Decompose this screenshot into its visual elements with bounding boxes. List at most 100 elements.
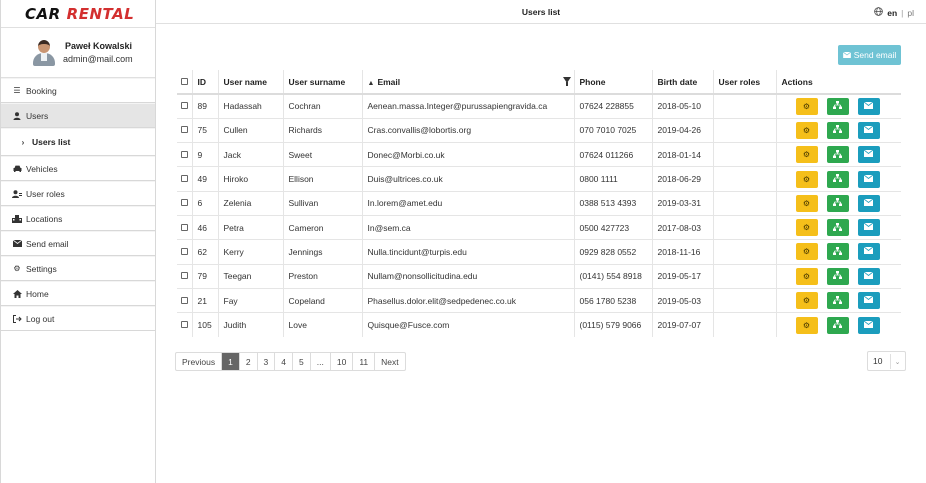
sitemap-icon xyxy=(833,271,842,281)
profile-email: admin@mail.com xyxy=(63,54,133,64)
table-row: 62 Kerry Jennings Nulla.tincidunt@turpis.ed… xyxy=(177,239,901,265)
sidebar-item-users[interactable]: Users xyxy=(1,103,155,128)
edit-user-button[interactable]: ⚙ xyxy=(795,219,818,237)
user-roles-button[interactable] xyxy=(826,97,849,115)
row-checkbox[interactable] xyxy=(181,247,188,255)
filter-icon[interactable] xyxy=(562,77,571,86)
cell-user-roles xyxy=(713,312,777,337)
sitemap-icon xyxy=(833,320,842,330)
edit-user-button[interactable]: ⚙ xyxy=(795,97,818,115)
edit-user-button[interactable]: ⚙ xyxy=(795,146,818,164)
pagination-next[interactable]: Next xyxy=(375,353,404,370)
sidebar-item-label: Send email xyxy=(26,238,69,249)
cell-actions: ⚙ xyxy=(776,190,901,216)
pagination-page[interactable]: 3 xyxy=(258,353,276,370)
cell-phone: 0500 427723 xyxy=(574,214,653,240)
sidebar-item-send-email[interactable]: Send email xyxy=(1,231,155,256)
pagination-page[interactable]: 10 xyxy=(331,353,354,370)
email-user-button[interactable] xyxy=(857,194,880,212)
column-header-user-roles[interactable]: User roles xyxy=(713,70,777,95)
edit-user-button[interactable]: ⚙ xyxy=(795,170,818,188)
lang-en[interactable]: en xyxy=(887,8,897,18)
home-icon xyxy=(11,289,23,298)
row-checkbox[interactable] xyxy=(181,296,188,304)
edit-user-button[interactable]: ⚙ xyxy=(795,243,818,261)
sidebar-item-booking[interactable]: ☰ Booking xyxy=(1,78,155,103)
user-roles-button[interactable] xyxy=(826,121,849,139)
column-header-id[interactable]: ID xyxy=(192,70,219,95)
email-user-button[interactable] xyxy=(857,292,880,310)
table-header-row: ID User name User surname ▲ Email Phone B… xyxy=(177,70,901,95)
cell-email: Quisque@Fusce.com xyxy=(362,312,575,337)
pagination-page[interactable]: 4 xyxy=(275,353,294,370)
row-checkbox[interactable] xyxy=(181,199,188,207)
email-user-button[interactable] xyxy=(857,97,880,115)
column-header-birth-date[interactable]: Birth date xyxy=(652,70,714,95)
row-checkbox[interactable] xyxy=(181,126,188,134)
edit-user-button[interactable]: ⚙ xyxy=(795,292,818,310)
user-roles-button[interactable] xyxy=(826,243,849,261)
user-roles-button[interactable] xyxy=(826,292,849,310)
email-user-button[interactable] xyxy=(857,243,880,261)
pagination-page[interactable]: 11 xyxy=(353,353,376,370)
cell-birth-date: 2018-06-29 xyxy=(652,166,714,192)
email-user-button[interactable] xyxy=(857,219,880,237)
sidebar-item-label: Settings xyxy=(26,263,57,274)
edit-user-button[interactable]: ⚙ xyxy=(795,316,818,334)
row-checkbox[interactable] xyxy=(181,175,188,183)
pagination-page[interactable]: 5 xyxy=(293,353,311,370)
sidebar-item-vehicles[interactable]: Vehicles xyxy=(1,156,155,181)
cell-user-name: Fay xyxy=(218,287,284,313)
user-roles-button[interactable] xyxy=(826,267,849,285)
table-row: 46 Petra Cameron In@sem.ca 0500 427723 2017-0… xyxy=(177,214,901,240)
user-roles-button[interactable] xyxy=(826,146,849,164)
column-header-user-name[interactable]: User name xyxy=(218,70,284,95)
page-size-select[interactable]: 10 ⌄ xyxy=(867,351,906,371)
pagination-previous[interactable]: Previous xyxy=(176,353,223,370)
send-email-button[interactable]: Send email xyxy=(838,45,901,65)
cell-email: Nulla.tincidunt@turpis.edu xyxy=(362,239,575,265)
sidebar-item-settings[interactable]: ⚙ Settings xyxy=(1,256,155,281)
lang-pl[interactable]: pl xyxy=(907,8,914,18)
row-checkbox[interactable] xyxy=(181,150,188,158)
email-user-button[interactable] xyxy=(857,316,880,334)
sidebar-item-users-list[interactable]: › Users list xyxy=(1,128,155,156)
row-checkbox[interactable] xyxy=(181,102,188,110)
user-roles-button[interactable] xyxy=(826,194,849,212)
user-profile: Paweł Kowalski admin@mail.com xyxy=(1,28,155,78)
cell-user-name: Teegan xyxy=(218,263,284,289)
user-roles-button[interactable] xyxy=(826,170,849,188)
app-logo[interactable]: CAR RENTAL xyxy=(1,0,155,28)
row-checkbox[interactable] xyxy=(181,321,188,329)
cell-birth-date: 2017-08-03 xyxy=(652,214,714,240)
cell-id: 105 xyxy=(192,312,219,337)
email-user-button[interactable] xyxy=(857,170,880,188)
row-checkbox[interactable] xyxy=(181,272,188,280)
email-user-button[interactable] xyxy=(857,121,880,139)
column-header-email[interactable]: ▲ Email xyxy=(362,70,575,95)
edit-user-button[interactable]: ⚙ xyxy=(795,267,818,285)
cell-actions: ⚙ xyxy=(776,312,901,337)
email-user-button[interactable] xyxy=(857,146,880,164)
cell-user-roles xyxy=(713,117,777,143)
gear-icon: ⚙ xyxy=(13,264,21,273)
user-roles-button[interactable] xyxy=(826,316,849,334)
email-user-button[interactable] xyxy=(857,267,880,285)
chevron-right-icon: › xyxy=(21,137,25,147)
row-checkbox[interactable] xyxy=(181,223,188,231)
sidebar-item-logout[interactable]: Log out xyxy=(1,306,155,331)
select-all-checkbox[interactable] xyxy=(181,77,188,85)
row-select-cell xyxy=(177,117,193,143)
sidebar-item-user-roles[interactable]: User roles xyxy=(1,181,155,206)
sidebar-item-locations[interactable]: Locations xyxy=(1,206,155,231)
column-header-user-surname[interactable]: User surname xyxy=(283,70,363,95)
pagination-page[interactable]: 1 xyxy=(222,353,240,370)
edit-user-button[interactable]: ⚙ xyxy=(795,121,818,139)
row-select-cell xyxy=(177,263,193,289)
sidebar-item-home[interactable]: Home xyxy=(1,281,155,306)
pagination-page[interactable]: 2 xyxy=(240,353,258,370)
column-header-phone[interactable]: Phone xyxy=(574,70,653,95)
gear-icon: ⚙ xyxy=(802,150,811,160)
user-roles-button[interactable] xyxy=(826,219,849,237)
edit-user-button[interactable]: ⚙ xyxy=(795,194,818,212)
